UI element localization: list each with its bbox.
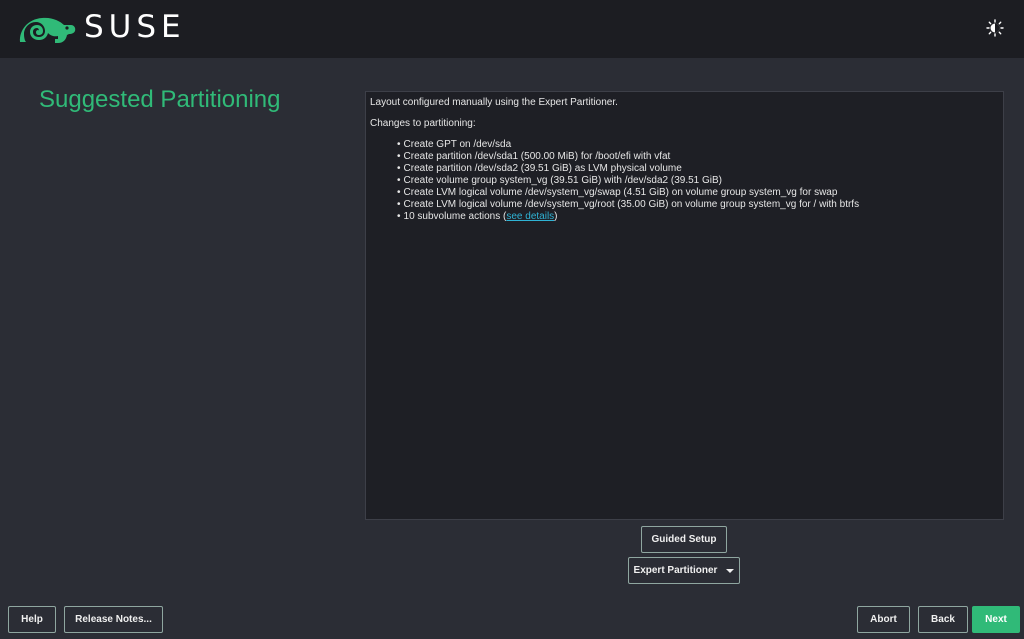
chevron-down-icon [726, 568, 735, 573]
help-button[interactable]: Help [8, 606, 56, 633]
subvolume-text: 10 subvolume actions ( [403, 211, 507, 222]
brand-name: SUSE [84, 9, 186, 45]
abort-button[interactable]: Abort [857, 606, 910, 633]
top-bar: SUSE [0, 0, 1024, 58]
suse-chameleon-icon [19, 17, 76, 43]
subvolume-close: ) [554, 211, 558, 222]
abort-label: Abort [870, 614, 897, 625]
summary-intro: Layout configured manually using the Exp… [370, 97, 618, 108]
changes-list: Create GPT on /dev/sda Create partition … [397, 139, 999, 223]
list-item: Create GPT on /dev/sda [397, 139, 999, 151]
next-label: Next [985, 614, 1007, 625]
help-label: Help [21, 614, 43, 625]
guided-setup-label: Guided Setup [651, 534, 717, 545]
changes-heading: Changes to partitioning: [370, 118, 476, 129]
list-item: Create volume group system_vg (39.51 GiB… [397, 175, 999, 187]
back-label: Back [931, 614, 955, 625]
list-item: Create LVM logical volume /dev/system_vg… [397, 199, 999, 211]
theme-toggle-icon[interactable] [985, 18, 1005, 38]
expert-partitioner-button[interactable]: Expert Partitioner [628, 557, 740, 584]
next-button[interactable]: Next [972, 606, 1020, 633]
page-title: Suggested Partitioning [39, 86, 281, 113]
expert-partitioner-label: Expert Partitioner [633, 565, 718, 576]
list-item: Create partition /dev/sda1 (500.00 MiB) … [397, 151, 999, 163]
partitioning-summary: Layout configured manually using the Exp… [365, 91, 1004, 520]
guided-setup-button[interactable]: Guided Setup [641, 526, 727, 553]
list-item: Create LVM logical volume /dev/system_vg… [397, 187, 999, 199]
release-notes-label: Release Notes... [75, 614, 152, 625]
release-notes-button[interactable]: Release Notes... [64, 606, 163, 633]
list-item: Create partition /dev/sda2 (39.51 GiB) a… [397, 163, 999, 175]
see-details-link[interactable]: see details [506, 211, 554, 222]
list-item-subvolumes: 10 subvolume actions (see details) [397, 211, 999, 223]
back-button[interactable]: Back [918, 606, 968, 633]
